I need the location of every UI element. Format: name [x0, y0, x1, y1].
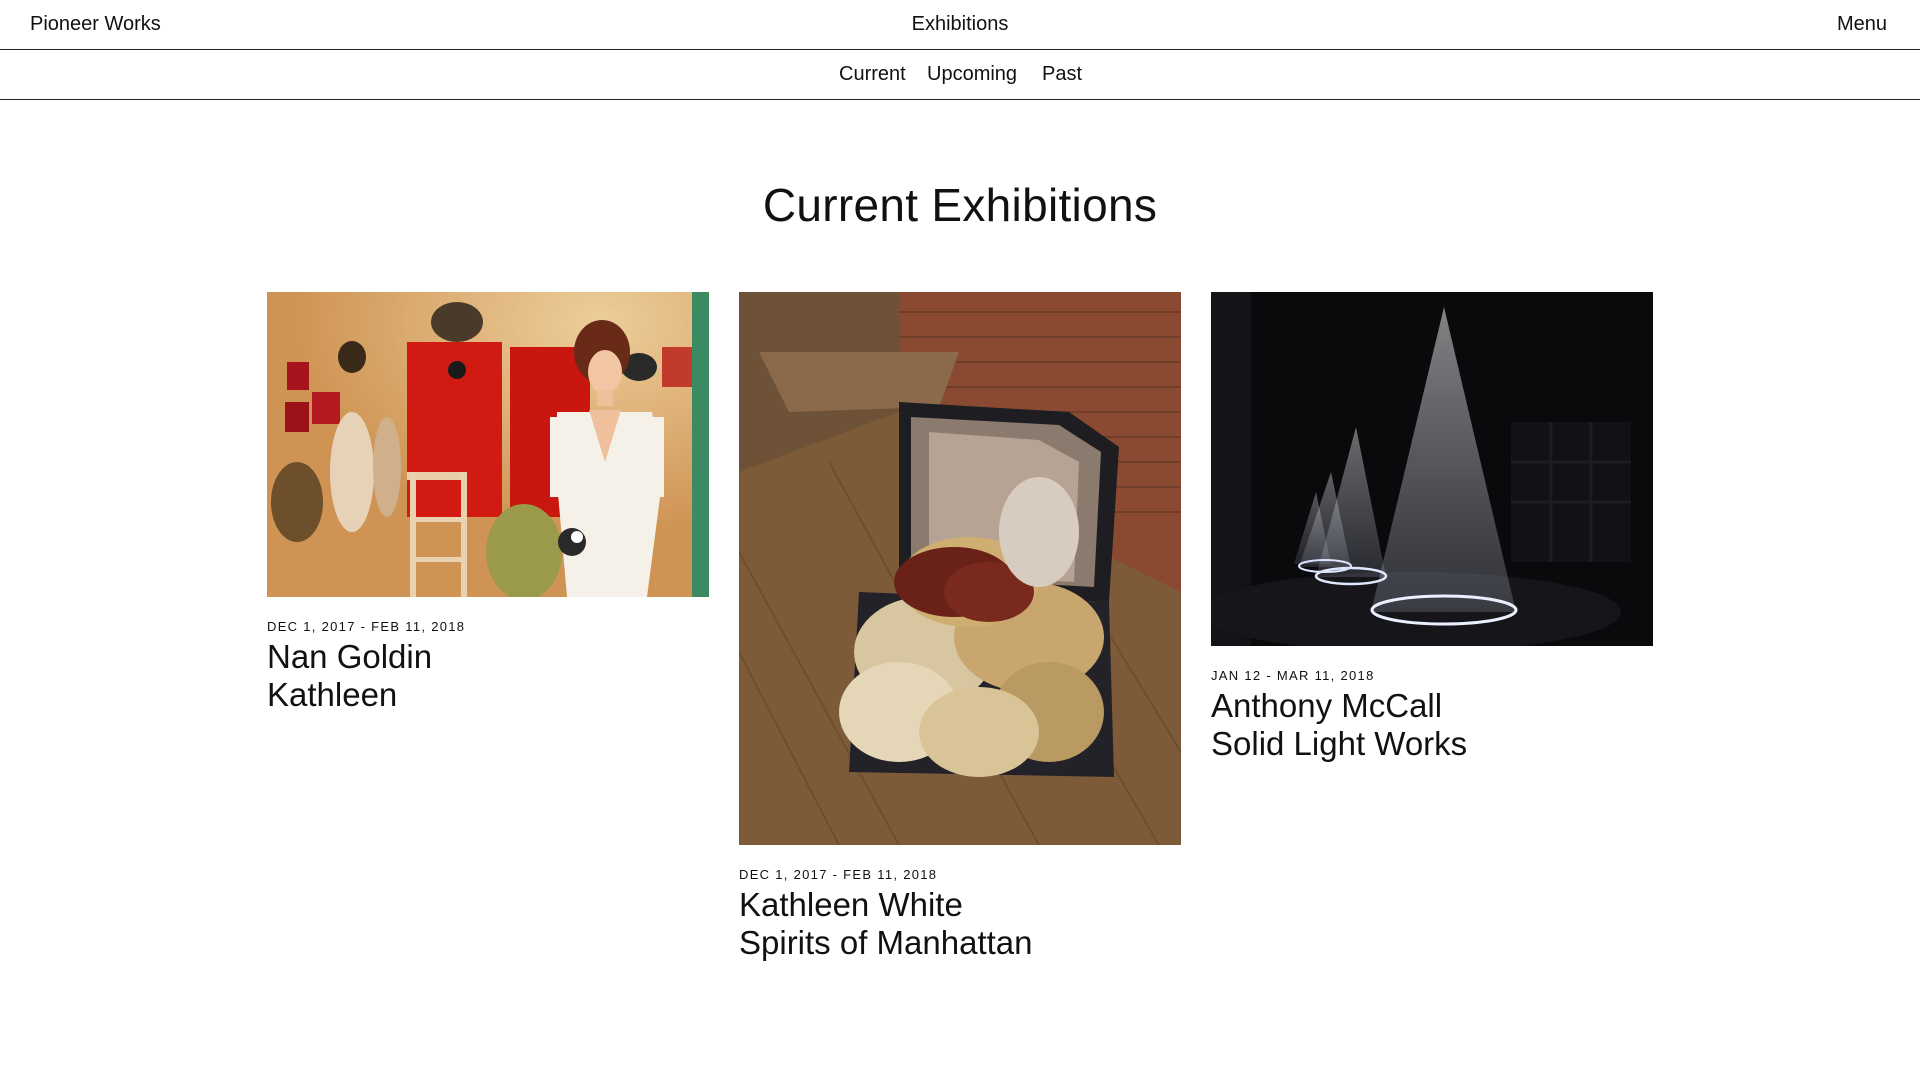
exhibition-image: [739, 292, 1181, 845]
subnav-item-upcoming[interactable]: Upcoming: [927, 63, 1017, 86]
exhibition-card-kathleen-white[interactable]: DEC 1, 2017 - FEB 11, 2018 Kathleen Whit…: [739, 292, 1181, 962]
exhibition-image: [1211, 292, 1653, 646]
exhibition-dates: JAN 12 - MAR 11, 2018: [1211, 668, 1375, 683]
page-title: Current Exhibitions: [762, 179, 1158, 231]
exhibition-dates: DEC 1, 2017 - FEB 11, 2018: [267, 619, 466, 634]
section-title: Exhibitions: [911, 13, 1009, 35]
exhibition-card-anthony-mccall[interactable]: JAN 12 - MAR 11, 2018 Anthony McCall Sol…: [1211, 292, 1653, 763]
menu-button[interactable]: Menu: [1837, 13, 1887, 36]
subnav-item-current[interactable]: Current: [839, 63, 906, 86]
exhibition-artist: Kathleen White: [739, 886, 963, 923]
exhibition-dates: DEC 1, 2017 - FEB 11, 2018: [739, 867, 938, 882]
exhibition-title: Spirits of Manhattan: [739, 924, 1033, 961]
exhibition-artist: Nan Goldin: [267, 638, 433, 675]
subnav-item-past[interactable]: Past: [1042, 63, 1082, 86]
exhibition-title: Kathleen: [267, 676, 398, 713]
top-bar: Pioneer Works Exhibitions Menu: [0, 0, 1920, 50]
exhibition-title: Solid Light Works: [1211, 725, 1468, 762]
exhibition-image: [267, 292, 709, 597]
exhibition-artist: Anthony McCall: [1211, 687, 1443, 724]
exhibitions-subnav: Current Upcoming Past: [0, 50, 1920, 100]
brand-link[interactable]: Pioneer Works: [30, 13, 161, 36]
exhibition-card-nan-goldin[interactable]: DEC 1, 2017 - FEB 11, 2018 Nan Goldin Ka…: [267, 292, 709, 714]
